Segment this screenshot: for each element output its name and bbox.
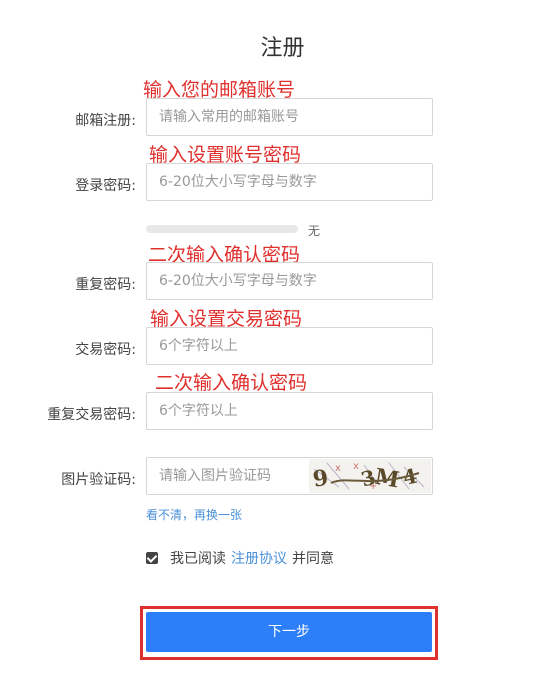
email-field[interactable] <box>146 98 433 136</box>
captcha-input[interactable] <box>147 458 331 494</box>
password-label: 登录密码: <box>75 178 136 194</box>
trade-password-label: 交易密码: <box>75 342 136 358</box>
trade-password-field[interactable] <box>146 327 433 365</box>
refresh-captcha-link[interactable]: 看不清，再换一张 <box>146 506 242 523</box>
agreement-link[interactable]: 注册协议 <box>231 548 287 568</box>
captcha-image[interactable]: x x+ 9 3 M 4 <box>309 459 431 493</box>
agreement-prefix: 我已阅读 <box>170 551 226 567</box>
password-field[interactable] <box>146 163 433 201</box>
agreement-row: 我已阅读 注册协议 并同意 <box>146 548 334 568</box>
agreement-checkbox[interactable] <box>146 552 158 564</box>
annotation-confirm-trade-password: 二次输入确认密码 <box>155 372 308 394</box>
confirm-trade-password-label: 重复交易密码: <box>47 407 136 423</box>
password-strength-bar <box>146 225 298 233</box>
svg-text:x: x <box>335 463 341 474</box>
email-label: 邮箱注册: <box>75 113 136 129</box>
confirm-password-field[interactable] <box>146 262 433 300</box>
next-step-button[interactable]: 下一步 <box>146 612 432 652</box>
captcha-field-container: xx+ 9 3 M 4 <box>146 457 433 495</box>
agreement-suffix: 并同意 <box>292 551 334 567</box>
captcha-label: 图片验证码: <box>61 472 136 488</box>
page-title: 注册 <box>260 36 305 61</box>
confirm-password-label: 重复密码: <box>75 277 136 293</box>
password-strength-text: 无 <box>308 224 321 238</box>
confirm-trade-password-field[interactable] <box>146 392 433 430</box>
